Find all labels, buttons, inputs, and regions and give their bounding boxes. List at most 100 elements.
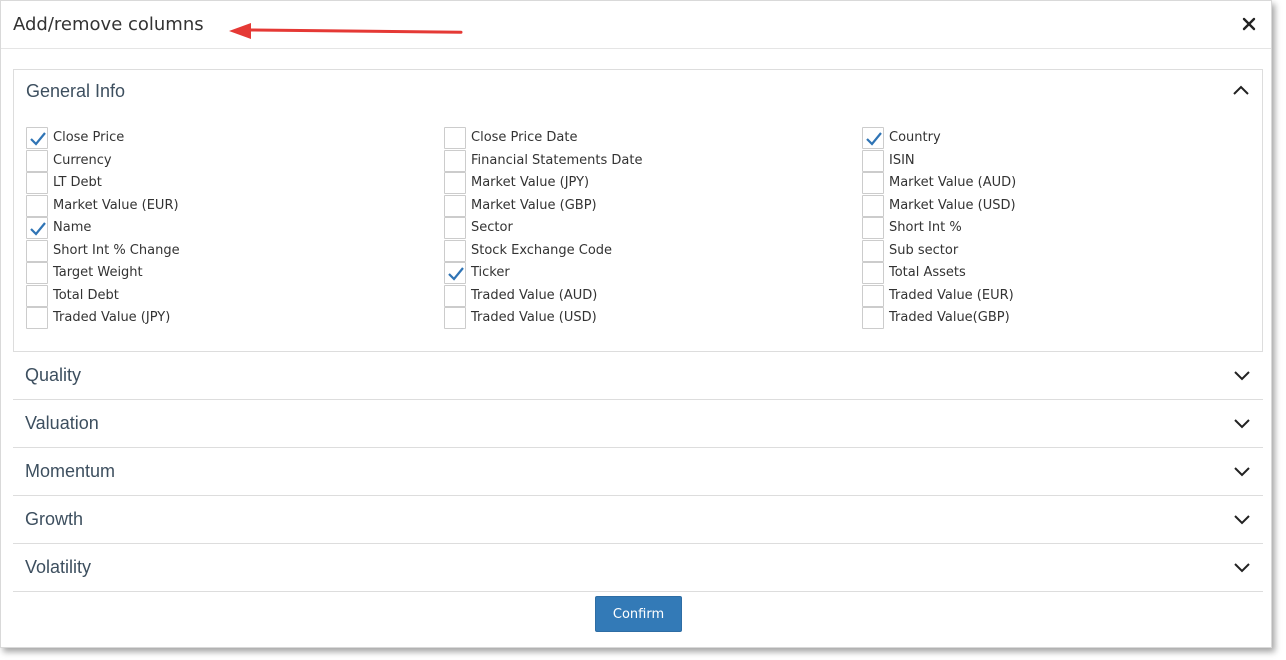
column-option[interactable]: Market Value (USD) [862, 194, 1262, 218]
column-checkbox[interactable] [862, 239, 884, 262]
column-option-label: Financial Statements Date [471, 152, 643, 168]
column-option-label: ISIN [889, 152, 915, 168]
column-checkbox[interactable] [444, 262, 466, 284]
column-option[interactable]: Stock Exchange Code [444, 239, 844, 263]
section-title: Volatility [25, 557, 92, 577]
column-option-label: Short Int % [889, 220, 962, 235]
checkmark-icon [30, 132, 46, 146]
column-option-label: Traded Value (AUD) [471, 287, 598, 303]
section-general-info: General Info Close Price Currency LT Debt M… [13, 69, 1263, 352]
chevron-down-icon[interactable] [1233, 513, 1251, 527]
column-option-label: Sub sector [889, 242, 959, 258]
column-option[interactable]: LT Debt [26, 172, 426, 195]
column-checkbox[interactable] [444, 307, 466, 329]
column-checkbox[interactable] [862, 307, 884, 329]
column-option-label: Total Assets [889, 265, 966, 280]
column-option-label: Country [889, 130, 941, 145]
column-checkbox[interactable] [862, 172, 884, 194]
column-option[interactable]: Sector [444, 217, 844, 240]
add-remove-columns-dialog: Add/remove columns General Info Close Pr… [0, 0, 1272, 648]
column-checkbox[interactable] [26, 284, 48, 307]
column-option[interactable]: Name [26, 217, 426, 240]
column-sections-accordion: General Info Close Price Currency LT Debt M… [13, 69, 1263, 592]
column-option-label: Market Value (USD) [889, 197, 1016, 213]
column-checkbox[interactable] [26, 172, 48, 194]
column-option-label: LT Debt [53, 175, 102, 190]
column-checkbox[interactable] [444, 194, 466, 217]
column-checkbox[interactable] [444, 239, 466, 262]
column-checkbox[interactable] [862, 262, 884, 284]
column-option[interactable]: Market Value (GBP) [444, 194, 844, 218]
column-checkbox[interactable] [26, 262, 48, 284]
section-momentum[interactable]: Momentum [13, 448, 1263, 496]
column-checkbox[interactable] [444, 284, 466, 307]
annotation-arrow-icon [229, 23, 463, 39]
column-checkbox[interactable] [26, 239, 48, 262]
chevron-down-icon[interactable] [1233, 561, 1251, 575]
checkbox-column-3: Country ISIN Market Value (AUD) Market Valu… [862, 127, 1262, 330]
column-checkbox[interactable] [444, 172, 466, 194]
column-checkbox[interactable] [862, 217, 884, 239]
column-option-label: Target Weight [53, 265, 143, 280]
section-header-general-info[interactable]: General Info [14, 70, 1262, 110]
column-option-label: Market Value (AUD) [889, 175, 1017, 190]
column-option[interactable]: Traded Value (USD) [444, 307, 844, 330]
checkmark-icon [448, 267, 464, 281]
column-option[interactable]: Traded Value (JPY) [26, 307, 426, 330]
column-checkbox[interactable] [862, 149, 884, 172]
dialog-header: Add/remove columns [1, 1, 1271, 49]
column-option-label: Ticker [471, 265, 510, 280]
column-option[interactable]: Traded Value (AUD) [444, 284, 844, 308]
column-option-label: Traded Value (EUR) [889, 287, 1014, 303]
section-title: Valuation [25, 413, 99, 433]
column-option[interactable]: Sub sector [862, 239, 1262, 263]
column-checkbox[interactable] [444, 217, 466, 239]
section-growth[interactable]: Growth [13, 496, 1263, 544]
close-button[interactable] [1237, 12, 1261, 36]
column-option[interactable]: Close Price Date [444, 127, 844, 150]
checkbox-column-2: Close Price Date Financial Statements Dat… [444, 127, 844, 330]
column-checkbox[interactable] [26, 127, 48, 149]
section-valuation[interactable]: Valuation [13, 400, 1263, 448]
column-option[interactable]: Traded Value (EUR) [862, 284, 1262, 308]
column-option-label: Close Price [53, 130, 125, 145]
chevron-down-icon[interactable] [1233, 465, 1251, 479]
column-checkbox[interactable] [862, 284, 884, 307]
confirm-button[interactable]: Confirm [595, 596, 682, 632]
column-option[interactable]: Traded Value(GBP) [862, 307, 1262, 330]
column-checkbox[interactable] [26, 194, 48, 217]
chevron-down-icon[interactable] [1233, 369, 1251, 383]
column-option[interactable]: Market Value (EUR) [26, 194, 426, 218]
chevron-down-icon[interactable] [1233, 417, 1251, 431]
chevron-up-icon[interactable] [1232, 83, 1250, 97]
column-option[interactable]: Target Weight [26, 262, 426, 285]
column-option[interactable]: ISIN [862, 149, 1262, 173]
column-checkbox[interactable] [26, 217, 48, 239]
column-option[interactable]: Market Value (AUD) [862, 172, 1262, 195]
column-checkbox[interactable] [444, 127, 466, 149]
column-option[interactable]: Total Assets [862, 262, 1262, 285]
checkmark-icon [30, 222, 46, 236]
column-option[interactable]: Ticker [444, 262, 844, 285]
column-option-label: Name [53, 220, 92, 235]
column-option-label: Sector [471, 220, 513, 235]
column-option[interactable]: Financial Statements Date [444, 149, 844, 173]
column-option[interactable]: Currency [26, 149, 426, 173]
column-option[interactable]: Short Int % Change [26, 239, 426, 263]
close-icon [1242, 17, 1256, 31]
column-checkbox[interactable] [862, 194, 884, 217]
column-checkbox[interactable] [862, 127, 884, 149]
column-checkbox[interactable] [26, 149, 48, 172]
section-quality[interactable]: Quality [13, 352, 1263, 400]
column-option[interactable]: Close Price [26, 127, 426, 150]
column-option[interactable]: Country [862, 127, 1262, 150]
section-title: Quality [25, 365, 82, 385]
column-checkbox[interactable] [444, 149, 466, 172]
column-checkbox[interactable] [26, 307, 48, 329]
column-option[interactable]: Market Value (JPY) [444, 172, 844, 195]
column-option[interactable]: Short Int % [862, 217, 1262, 240]
column-option-label: Traded Value (USD) [471, 310, 597, 325]
section-volatility[interactable]: Volatility [13, 544, 1263, 592]
column-option[interactable]: Total Debt [26, 284, 426, 308]
column-option-label: Traded Value (JPY) [53, 310, 171, 325]
